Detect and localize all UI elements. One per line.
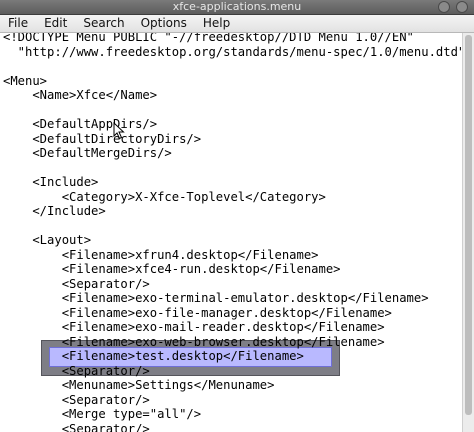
code-line: <DefaultMergeDirs/> (3, 146, 172, 160)
code-line: <Include> (3, 175, 99, 189)
code-line: <Separator/> (3, 276, 150, 291)
code-line: <Separator/> (3, 392, 150, 407)
code-line: </Include> (3, 204, 106, 218)
menu-file[interactable]: File (0, 15, 36, 32)
code-line: <Separator/> (3, 363, 150, 378)
close-button[interactable] (456, 1, 468, 13)
text-cursor-icon (113, 122, 125, 140)
window-title: xfce-applications.menu (172, 0, 302, 13)
code-line: <Filename>exo-file-manager.desktop</File… (3, 305, 392, 320)
title-bar: xfce-applications.menu (0, 0, 474, 15)
scrollbar-thumb[interactable] (465, 35, 472, 415)
code-line: <Filename>xfce4-run.desktop</Filename> (3, 262, 341, 276)
code-line: <Menu> (3, 73, 48, 88)
editor-text[interactable]: <!DOCTYPE Menu PUBLIC "-//freedesktop//D… (3, 33, 462, 432)
vertical-scrollbar[interactable] (462, 33, 474, 432)
menu-options[interactable]: Options (133, 15, 195, 32)
code-line: <Menuname>Settings</Menuname> (3, 378, 275, 392)
code-line: "http://www.freedesktop.org/standards/me… (3, 44, 462, 59)
code-line: <DefaultAppDirs/> (3, 117, 158, 131)
minimize-button[interactable] (438, 1, 450, 13)
code-line: <Filename>xfrun4.desktop</Filename> (3, 247, 319, 262)
code-line: <!DOCTYPE Menu PUBLIC "-//freedesktop//D… (3, 33, 414, 44)
code-line: <Separator/> (3, 421, 150, 432)
text-editor[interactable]: <!DOCTYPE Menu PUBLIC "-//freedesktop//D… (0, 33, 462, 432)
code-line: <DefaultDirectoryDirs/> (3, 131, 202, 146)
code-line: <Name>Xfce</Name> (3, 88, 158, 102)
code-line: <Filename>exo-mail-reader.desktop</Filen… (3, 320, 385, 334)
menu-bar: File Edit Search Options Help (0, 15, 474, 33)
code-line: <Filename>exo-terminal-emulator.desktop<… (3, 291, 429, 305)
code-line: <Layout> (3, 233, 92, 247)
menu-search[interactable]: Search (75, 15, 132, 32)
code-line-selected: <Filename>test.desktop</Filename> (3, 349, 304, 363)
code-line: <Filename>exo-web-browser.desktop</Filen… (3, 334, 385, 349)
menu-edit[interactable]: Edit (36, 15, 75, 32)
code-line: <Category>X-Xfce-Toplevel</Category> (3, 189, 326, 204)
code-line: <Merge type="all"/> (3, 407, 202, 421)
menu-help[interactable]: Help (195, 15, 238, 32)
window-controls (438, 1, 468, 13)
